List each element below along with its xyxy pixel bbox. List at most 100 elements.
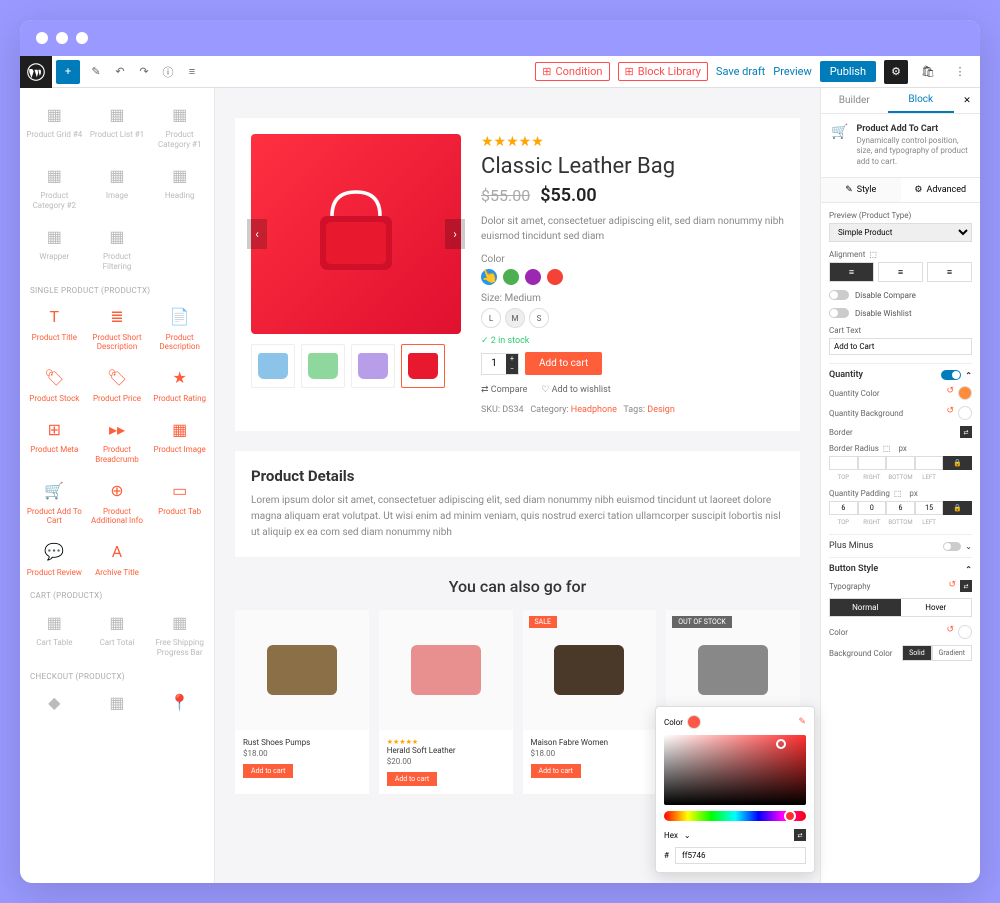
reset-icon[interactable]: ↺ bbox=[946, 625, 954, 639]
color-swatch[interactable] bbox=[547, 269, 563, 285]
block-item[interactable]: 🏷Product Price bbox=[87, 360, 148, 410]
condition-button[interactable]: ⊞ Condition bbox=[535, 62, 609, 81]
section-button-style[interactable]: Button Style⌃ bbox=[829, 557, 972, 580]
reset-icon[interactable]: ↺ bbox=[948, 580, 956, 592]
color-saturation-area[interactable] bbox=[664, 735, 806, 805]
settings-icon[interactable]: ⚙ bbox=[884, 60, 908, 84]
block-item[interactable]: ▦Heading bbox=[149, 157, 210, 216]
info-icon[interactable]: ⓘ bbox=[156, 60, 180, 84]
block-item[interactable]: ▸▸Product Breadcrumb bbox=[87, 411, 148, 470]
bg-solid-tab[interactable]: Solid bbox=[902, 645, 932, 661]
add-block-button[interactable]: + bbox=[56, 60, 80, 84]
quantity-toggle[interactable] bbox=[941, 370, 961, 380]
radius-lock[interactable]: 🔒 bbox=[943, 456, 972, 470]
related-cart-button[interactable]: Add to cart bbox=[387, 772, 437, 786]
disable-compare-toggle[interactable] bbox=[829, 290, 849, 300]
color-swatch[interactable] bbox=[503, 269, 519, 285]
traffic-light[interactable] bbox=[36, 32, 48, 44]
typography-settings-button[interactable]: ⇄ bbox=[960, 580, 972, 592]
block-item[interactable]: ▦Product Image bbox=[149, 411, 210, 470]
block-item[interactable]: AArchive Title bbox=[87, 534, 148, 584]
block-item[interactable]: ▦Product List #1 bbox=[87, 96, 148, 155]
state-normal[interactable]: Normal bbox=[830, 599, 901, 616]
block-item[interactable]: ▦Product Filtering bbox=[87, 218, 148, 277]
gallery-thumb[interactable] bbox=[301, 344, 345, 388]
align-left-button[interactable]: ≡ bbox=[829, 262, 874, 282]
tab-builder[interactable]: Builder bbox=[821, 88, 888, 113]
gallery-thumb[interactable] bbox=[251, 344, 295, 388]
hue-slider[interactable] bbox=[664, 811, 806, 821]
block-item[interactable]: ◆ bbox=[24, 685, 85, 725]
color-format[interactable]: Hex bbox=[664, 831, 678, 840]
block-item[interactable]: ▦ bbox=[87, 685, 148, 725]
undo-icon[interactable]: ↶ bbox=[108, 60, 132, 84]
tab-block[interactable]: Block bbox=[888, 88, 955, 113]
gallery-thumb-selected[interactable] bbox=[401, 344, 445, 388]
related-product-card[interactable]: SALE Maison Fabre Women$18.00Add to cart bbox=[523, 610, 657, 794]
section-plus-minus[interactable]: Plus Minus⌄ bbox=[829, 534, 972, 557]
category-link[interactable]: Headphone bbox=[571, 405, 617, 415]
block-item[interactable]: TProduct Title bbox=[24, 299, 85, 358]
block-item[interactable]: ⊕Product Additional Info bbox=[87, 473, 148, 532]
save-draft-link[interactable]: Save draft bbox=[716, 65, 765, 78]
traffic-light[interactable] bbox=[56, 32, 68, 44]
cart-text-input[interactable] bbox=[829, 338, 972, 355]
outline-icon[interactable]: ≡ bbox=[180, 60, 204, 84]
padding-lock[interactable]: 🔒 bbox=[943, 501, 972, 515]
picker-reset[interactable]: ✎ bbox=[798, 717, 806, 727]
gallery-prev-button[interactable]: ‹ bbox=[247, 219, 267, 249]
size-option[interactable]: M bbox=[505, 308, 525, 328]
cart-icon[interactable]: 🛍 bbox=[916, 60, 940, 84]
wordpress-logo[interactable] bbox=[20, 56, 52, 88]
edit-icon[interactable]: ✎ bbox=[84, 60, 108, 84]
color-copy-button[interactable]: ⇄ bbox=[794, 829, 806, 841]
pad-right[interactable] bbox=[858, 501, 887, 515]
pad-top[interactable] bbox=[829, 501, 858, 515]
more-icon[interactable]: ⋮ bbox=[948, 60, 972, 84]
add-to-cart-button[interactable]: Add to cart bbox=[525, 352, 602, 375]
block-item[interactable]: ▦Product Category #2 bbox=[24, 157, 85, 216]
size-option[interactable]: L bbox=[481, 308, 501, 328]
quantity-input[interactable] bbox=[482, 354, 506, 374]
radius-left[interactable] bbox=[915, 456, 944, 470]
text-color-chip[interactable] bbox=[958, 625, 972, 639]
size-option[interactable]: S bbox=[529, 308, 549, 328]
related-cart-button[interactable]: Add to cart bbox=[243, 764, 293, 778]
product-main-image[interactable]: ‹ › bbox=[251, 134, 461, 334]
plusminus-toggle[interactable] bbox=[943, 542, 961, 551]
related-product-card[interactable]: Rust Shoes Pumps$18.00Add to cart bbox=[235, 610, 369, 794]
subtab-advanced[interactable]: ⚙ Advanced bbox=[901, 178, 981, 202]
preview-link[interactable]: Preview bbox=[773, 65, 811, 78]
block-item[interactable]: ≣Product Short Description bbox=[87, 299, 148, 358]
hue-cursor[interactable] bbox=[784, 810, 796, 822]
quantity-bg-chip[interactable] bbox=[958, 406, 972, 420]
block-item[interactable]: ▦Free Shipping Progress Bar bbox=[149, 604, 210, 663]
section-quantity[interactable]: Quantity⌃ bbox=[829, 363, 972, 386]
traffic-light[interactable] bbox=[76, 32, 88, 44]
block-item[interactable]: 🏷Product Stock bbox=[24, 360, 85, 410]
pad-bottom[interactable] bbox=[886, 501, 915, 515]
disable-wishlist-toggle[interactable] bbox=[829, 308, 849, 318]
block-item[interactable]: 📄Product Description bbox=[149, 299, 210, 358]
pad-left[interactable] bbox=[915, 501, 944, 515]
tag-link[interactable]: Design bbox=[647, 405, 675, 415]
redo-icon[interactable]: ↷ bbox=[132, 60, 156, 84]
block-item[interactable]: ⊞Product Meta bbox=[24, 411, 85, 470]
quantity-stepper[interactable]: +− bbox=[481, 353, 519, 375]
align-center-button[interactable]: ≡ bbox=[878, 262, 923, 282]
hex-input[interactable] bbox=[675, 847, 806, 864]
block-item[interactable]: ▦Cart Table bbox=[24, 604, 85, 663]
block-item[interactable]: 🛒Product Add To Cart bbox=[24, 473, 85, 532]
color-swatch[interactable] bbox=[525, 269, 541, 285]
block-item[interactable]: ▦Image bbox=[87, 157, 148, 216]
block-item[interactable]: 📍 bbox=[149, 685, 210, 725]
align-right-button[interactable]: ≡ bbox=[927, 262, 972, 282]
block-item[interactable]: ▦Cart Total bbox=[87, 604, 148, 663]
qty-minus[interactable]: − bbox=[506, 364, 518, 374]
wishlist-link[interactable]: ♡ Add to wishlist bbox=[541, 385, 610, 395]
close-inspector-button[interactable]: ✕ bbox=[954, 88, 980, 113]
reset-icon[interactable]: ↺ bbox=[946, 406, 954, 420]
bg-gradient-tab[interactable]: Gradient bbox=[932, 645, 972, 661]
gallery-next-button[interactable]: › bbox=[445, 219, 465, 249]
product-details-block[interactable]: Product Details Lorem ipsum dolor sit am… bbox=[235, 451, 800, 557]
